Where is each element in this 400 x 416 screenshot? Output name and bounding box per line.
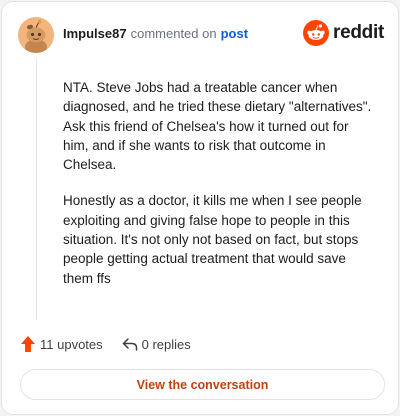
snoo-avatar-icon — [18, 17, 54, 53]
comment-header: Impulse87 commented on post reddit — [18, 17, 384, 53]
view-conversation-button[interactable]: View the conversation — [20, 369, 385, 400]
comment-paragraph: NTA. Steve Jobs had a treatable cancer w… — [63, 80, 372, 173]
reply-arrow-icon — [122, 338, 137, 351]
comment-body: NTA. Steve Jobs had a treatable cancer w… — [63, 78, 374, 305]
upvotes-count: 11 upvotes — [40, 336, 103, 352]
comment-card: Impulse87 commented on post reddit NTA. … — [1, 1, 399, 415]
avatar[interactable] — [18, 17, 54, 53]
reddit-logo[interactable]: reddit — [303, 20, 384, 46]
thread-line — [36, 58, 37, 320]
post-link[interactable]: post — [221, 26, 248, 41]
comment-meta: Impulse87 commented on post — [63, 26, 248, 41]
comment-paragraph: Honestly as a doctor, it kills me when I… — [63, 193, 362, 286]
comment-actions: 11 upvotes 0 replies — [20, 335, 191, 353]
reddit-snoo-icon — [303, 20, 330, 46]
brand-name: reddit — [333, 22, 384, 43]
replies-button[interactable]: 0 replies — [122, 336, 191, 352]
action-text: commented on — [130, 26, 217, 41]
upvote-button[interactable]: 11 upvotes — [20, 335, 103, 353]
username-link[interactable]: Impulse87 — [63, 26, 127, 41]
upvote-arrow-icon — [21, 336, 35, 352]
replies-count: 0 replies — [141, 336, 191, 352]
